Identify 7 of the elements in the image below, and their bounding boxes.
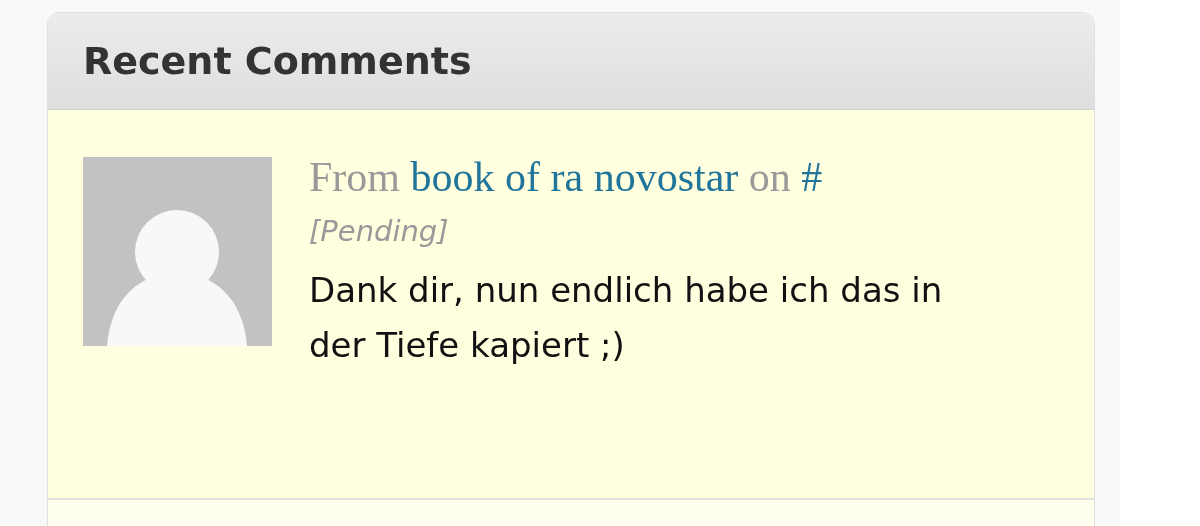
comment-text: Dank dir, nun endlich habe ich das in der Tiefe kapiert ;) xyxy=(309,269,944,367)
author-link[interactable]: book of ra novostar xyxy=(410,154,739,200)
widget-title: Recent Comments xyxy=(83,42,472,80)
comment-meta: From book of ra novostar on # xyxy=(309,153,824,202)
avatar-icon xyxy=(83,157,272,346)
pending-status: [Pending] xyxy=(309,213,450,249)
post-link[interactable]: # xyxy=(801,154,823,200)
